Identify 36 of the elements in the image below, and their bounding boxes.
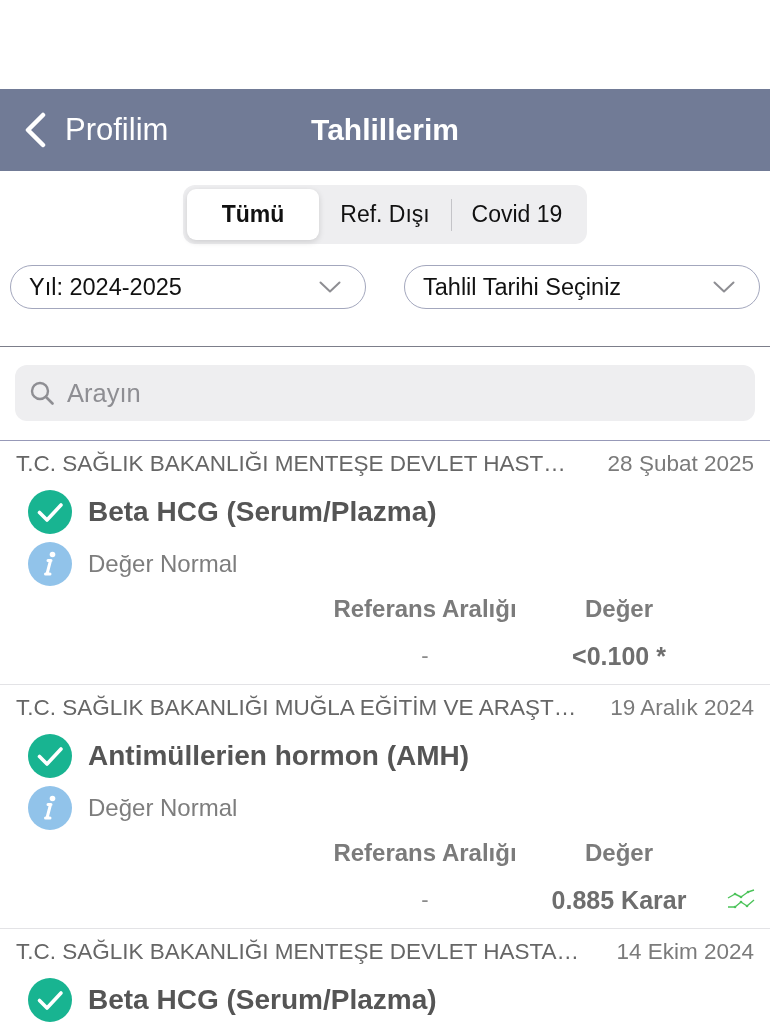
info-icon bbox=[28, 542, 72, 586]
segment-tab[interactable]: Ref. Dışı bbox=[319, 189, 451, 240]
hospital-name: T.C. SAĞLIK BAKANLIĞI MENTEŞE DEVLET HAST… bbox=[16, 451, 566, 477]
search-input[interactable]: Arayın bbox=[67, 373, 740, 413]
chevron-down-icon bbox=[319, 281, 341, 293]
test-name[interactable]: Beta HCG (Serum/Plazma) bbox=[88, 984, 437, 1016]
check-circle-icon bbox=[28, 490, 72, 534]
filter-dropdown[interactable]: Tahlil Tarihi Seçiniz bbox=[404, 265, 760, 309]
chevron-down-icon bbox=[713, 281, 735, 293]
search-field[interactable]: Arayın bbox=[15, 365, 755, 421]
segment-tab[interactable]: Tümü bbox=[187, 189, 319, 240]
test-date: 28 Şubat 2025 bbox=[607, 451, 754, 477]
result-status: Değer Normal bbox=[88, 794, 238, 822]
search-icon bbox=[30, 381, 54, 405]
result-value: <0.100 * bbox=[572, 641, 666, 671]
column-header: Referans Aralığı bbox=[333, 839, 517, 867]
reference-range: - bbox=[421, 887, 429, 913]
result-value: 0.885 Karar bbox=[551, 885, 687, 915]
back-icon bbox=[24, 112, 46, 148]
test-date: 19 Aralık 2024 bbox=[610, 695, 754, 721]
test-name[interactable]: Beta HCG (Serum/Plazma) bbox=[88, 496, 437, 528]
test-date: 14 Ekim 2024 bbox=[616, 939, 754, 965]
hospital-name: T.C. SAĞLIK BAKANLIĞI MUĞLA EĞİTİM VE ARAŞT… bbox=[16, 695, 577, 721]
hospital-name: T.C. SAĞLIK BAKANLIĞI MENTEŞE DEVLET HASTA… bbox=[16, 939, 580, 965]
result-status: Değer Normal bbox=[88, 550, 238, 578]
check-circle-icon bbox=[28, 734, 72, 778]
filter-dropdown[interactable]: Yıl: 2024-2025 bbox=[10, 265, 366, 309]
column-header: Değer bbox=[585, 839, 653, 867]
column-header: Değer bbox=[585, 595, 653, 623]
test-name[interactable]: Antimüllerien hormon (AMH) bbox=[88, 740, 470, 772]
back-button[interactable]: Profilim bbox=[0, 102, 169, 158]
column-header: Referans Aralığı bbox=[333, 595, 517, 623]
info-icon bbox=[28, 786, 72, 830]
trend-chart-icon[interactable] bbox=[727, 889, 755, 911]
page-title: Tahlillerim bbox=[311, 113, 459, 147]
reference-range: - bbox=[421, 643, 429, 669]
